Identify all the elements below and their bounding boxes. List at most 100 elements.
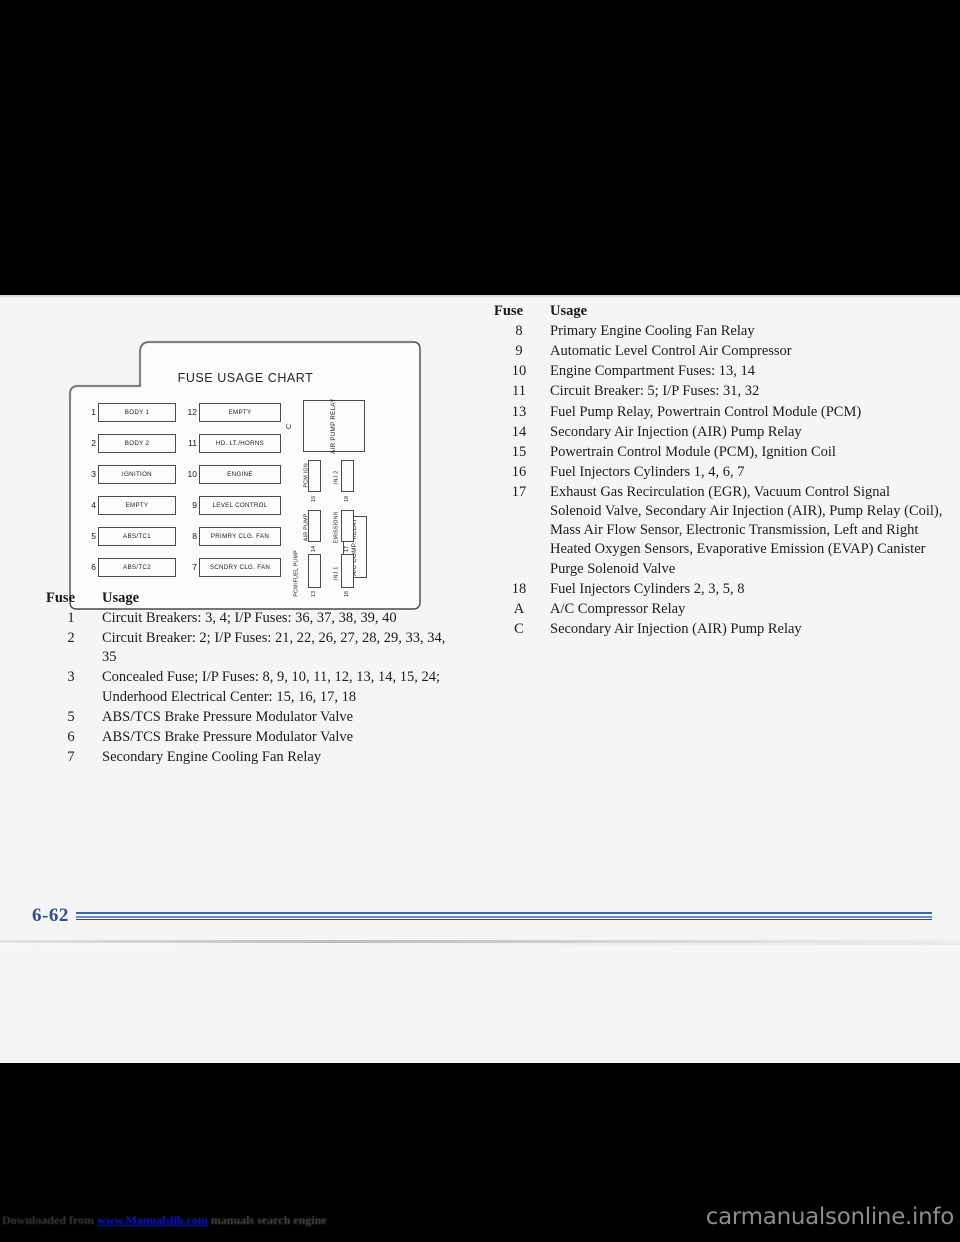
footer-rule-line <box>75 915 932 918</box>
mini-fuse[interactable] <box>341 460 354 492</box>
row-usage-text: Concealed Fuse; I/P Fuses: 8, 9, 10, 11,… <box>102 669 441 705</box>
table-header-row: Fuse Usage <box>494 303 944 320</box>
row-usage-text: Circuit Breaker: 5; I/P Fuses: 31, 32 <box>550 383 760 400</box>
table-row: 14 Secondary Air Injection (AIR) Pump Re… <box>494 423 944 442</box>
mini-fuse-label: INJ 2 <box>333 470 340 485</box>
diagram-title: FUSE USAGE CHART <box>177 371 314 385</box>
row-fuse-number: 17 <box>511 484 527 500</box>
row-fuse-number: C <box>514 620 524 637</box>
column-header-fuse: Fuse <box>494 303 523 319</box>
page-number: 6-62 <box>32 905 69 926</box>
page-footer: 6-62 <box>32 905 932 927</box>
table-row: 8 Primary Engine Cooling Fan Relay <box>494 322 944 341</box>
fuse-slot[interactable]: 12 EMPTY <box>184 403 281 422</box>
fuse-slot-number: 3 <box>91 469 96 480</box>
fuse-slot[interactable]: 5 ABS/TC1 <box>84 527 176 546</box>
row-usage-text: Fuel Injectors Cylinders 1, 4, 6, 7 <box>550 463 745 480</box>
fuse-slot[interactable]: 1 BODY 1 <box>84 403 176 422</box>
fuse-slot-number: 2 <box>91 438 96 449</box>
fuse-slot-number: 7 <box>192 562 197 573</box>
fuse-slot-label: ENGINE <box>199 465 281 484</box>
table-row: 13 Fuel Pump Relay, Powertrain Control M… <box>494 403 944 422</box>
site-watermark: carmanualsonline.info <box>705 1204 955 1230</box>
row-usage-text: Circuit Breaker: 2; I/P Fuses: 21, 22, 2… <box>102 630 446 666</box>
row-usage-text: Primary Engine Cooling Fan Relay <box>550 323 755 339</box>
row-fuse-number: 2 <box>67 630 75 647</box>
fuse-slot-label: HD. LT./HORNS <box>199 434 281 453</box>
download-watermark: Downloaded from www.Manualslib.com manua… <box>2 1213 327 1228</box>
mini-fuse-number: 18 <box>344 496 350 502</box>
row-fuse-number: 13 <box>511 403 527 420</box>
right-fuse-usage-table: Fuse Usage 8 Primary Engine Cooling Fan … <box>494 303 944 640</box>
row-fuse-number: 9 <box>515 343 523 360</box>
table-row: 6 ABS/TCS Brake Pressure Modulator Valve <box>46 728 456 747</box>
table-row: 3 Concealed Fuse; I/P Fuses: 8, 9, 10, 1… <box>46 668 456 706</box>
fuse-slot[interactable]: 6 ABS/TC2 <box>84 558 176 577</box>
row-fuse-number: 7 <box>67 748 75 765</box>
mini-fuse[interactable] <box>341 510 354 542</box>
mini-fuse[interactable] <box>341 554 354 588</box>
fuse-slot-number: 1 <box>91 407 96 418</box>
column-header-usage: Usage <box>550 303 588 319</box>
table-row: 10 Engine Compartment Fuses: 13, 14 <box>494 362 944 381</box>
manualslib-link[interactable]: www.Manualslib.com <box>97 1213 208 1227</box>
row-fuse-number: A <box>513 600 525 617</box>
table-row: 2 Circuit Breaker: 2; I/P Fuses: 21, 22,… <box>46 629 456 667</box>
fuse-slot-label: BODY 2 <box>98 434 176 453</box>
row-fuse-number: 6 <box>67 728 75 745</box>
page-top-shadow <box>0 295 960 298</box>
table-row: 1 Circuit Breakers: 3, 4; I/P Fuses: 36,… <box>46 609 456 628</box>
row-usage-text: Fuel Pump Relay, Powertrain Control Modu… <box>550 403 862 420</box>
fuse-slot-number: 5 <box>91 531 96 542</box>
table-row: 5 ABS/TCS Brake Pressure Modulator Valve <box>46 708 456 727</box>
table-row: 17 Exhaust Gas Recirculation (EGR), Vacu… <box>494 483 944 579</box>
relay-letter-c: C <box>286 423 294 430</box>
fuse-slot[interactable]: 7 SCNDRY CLG. FAN <box>184 558 281 577</box>
mini-fuse[interactable] <box>308 510 321 542</box>
row-usage-text: Fuel Injectors Cylinders 2, 3, 5, 8 <box>550 580 745 597</box>
fuse-slot-label: IGNITION <box>98 465 176 484</box>
fuse-slot-number: 10 <box>187 469 197 480</box>
fuse-slot-number: 4 <box>91 500 96 511</box>
fuse-slot-label: SCNDRY CLG. FAN <box>199 558 281 577</box>
fuse-slot[interactable]: 3 IGNITION <box>84 465 176 484</box>
mini-fuse[interactable] <box>308 460 321 492</box>
mini-fuse[interactable] <box>308 554 321 588</box>
row-fuse-number: 3 <box>67 669 75 686</box>
row-fuse-number: 8 <box>515 323 523 339</box>
fuse-slot[interactable]: 11 HD. LT./HORNS <box>184 434 281 453</box>
row-fuse-number: 1 <box>67 610 75 626</box>
fuse-slot[interactable]: 8 PRIMRY CLG. FAN <box>184 527 281 546</box>
page-fold-highlight <box>0 943 960 945</box>
fuse-slot[interactable]: 10 ENGINE <box>184 465 281 484</box>
fuse-slot[interactable]: 4 EMPTY <box>84 496 176 515</box>
air-pump-relay-label: AIR PUMP RELAY <box>329 398 337 454</box>
table-row: 18 Fuel Injectors Cylinders 2, 3, 5, 8 <box>494 580 944 599</box>
fuse-slot-number: 11 <box>188 438 197 449</box>
row-fuse-number: 18 <box>511 580 527 597</box>
mini-fuse-label: EMISSIONS <box>333 511 340 544</box>
fuse-slot[interactable]: 2 BODY 2 <box>84 434 176 453</box>
footer-rule-line <box>75 918 932 920</box>
fuse-usage-chart-diagram: FUSE USAGE CHART 1 BODY 1 2 BODY 2 3 IGN… <box>68 338 423 613</box>
mini-fuse-label: INJ 1 <box>333 566 340 581</box>
air-pump-relay[interactable]: AIR PUMP RELAY <box>303 398 365 454</box>
row-usage-text: Exhaust Gas Recirculation (EGR), Vacuum … <box>550 484 943 577</box>
left-fuse-usage-table: Fuse Usage 1 Circuit Breakers: 3, 4; I/P… <box>46 590 456 768</box>
row-usage-text: Powertrain Control Module (PCM), Ignitio… <box>550 443 836 460</box>
row-usage-text: Secondary Air Injection (AIR) Pump Relay <box>550 620 802 637</box>
fuse-slot-label: ABS/TC1 <box>98 527 176 546</box>
column-header-usage: Usage <box>102 590 140 606</box>
mini-fuse-number: 15 <box>311 496 317 502</box>
table-row: A A/C Compressor Relay <box>494 600 944 619</box>
table-row: 9 Automatic Level Control Air Compressor <box>494 342 944 361</box>
row-usage-text: ABS/TCS Brake Pressure Modulator Valve <box>102 728 354 745</box>
download-suffix: manuals search engine <box>207 1213 327 1227</box>
table-row: 11 Circuit Breaker: 5; I/P Fuses: 31, 32 <box>494 382 944 401</box>
fuse-slot-number: 9 <box>192 500 197 511</box>
download-prefix: Downloaded from <box>2 1213 98 1227</box>
row-fuse-number: 14 <box>511 423 527 440</box>
row-fuse-number: 10 <box>511 363 527 380</box>
fuse-slot-number: 8 <box>192 531 197 542</box>
fuse-slot[interactable]: 9 LEVEL CONTROL <box>184 496 281 515</box>
